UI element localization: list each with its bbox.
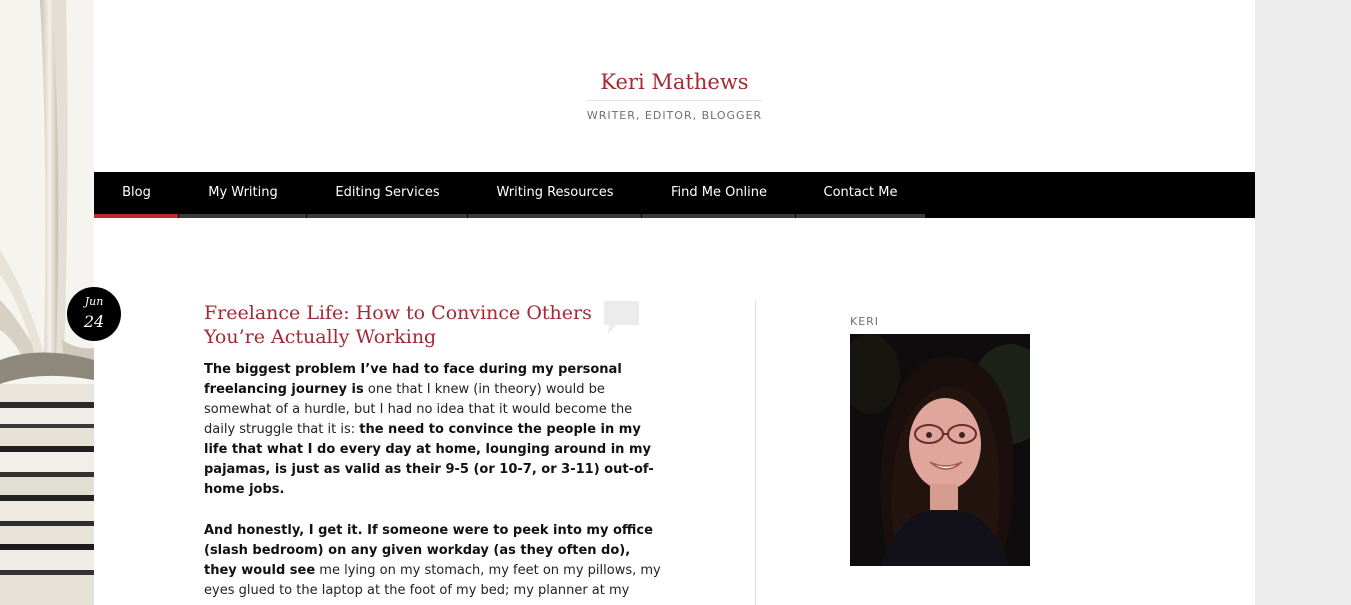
post-paragraph: The biggest problem I’ve had to face dur… (204, 360, 666, 500)
nav-item-label: Writing Resources (496, 185, 614, 200)
nav-indicator (642, 214, 796, 218)
nav-item-find-me-online[interactable]: Find Me Online (642, 172, 796, 218)
sidebar-widget-title: KERI (850, 315, 880, 328)
nav-indicator (468, 214, 642, 218)
nav-indicator (307, 214, 468, 218)
profile-photo (850, 334, 1030, 566)
title-divider (586, 100, 763, 101)
nav-item-label: Find Me Online (670, 185, 768, 200)
nav-active-indicator (94, 214, 179, 218)
page: Keri Mathews WRITER, EDITOR, BLOGGER Blo… (0, 0, 1351, 605)
nav-item-label: Blog (122, 185, 151, 200)
nav-indicator (796, 214, 925, 218)
nav-item-blog[interactable]: Blog (94, 172, 179, 218)
post-paragraph: And honestly, I get it. If someone were … (204, 521, 666, 601)
post-title-link[interactable]: Freelance Life: How to Convince Others Y… (204, 301, 594, 349)
main-navigation: Blog My Writing Editing Services Writing… (94, 172, 1255, 218)
nav-item-my-writing[interactable]: My Writing (179, 172, 307, 218)
post-content: The biggest problem I’ve had to face dur… (204, 360, 666, 605)
site-header: Keri Mathews WRITER, EDITOR, BLOGGER (94, 0, 1255, 172)
nav-item-label: Editing Services (335, 185, 440, 200)
nav-indicator (179, 214, 307, 218)
speech-bubble-icon[interactable] (604, 301, 640, 335)
nav-item-writing-resources[interactable]: Writing Resources (468, 172, 642, 218)
nav-item-label: My Writing (208, 185, 278, 200)
post-date-badge: Jun 24 (67, 287, 121, 341)
post-date-month: Jun (84, 295, 104, 308)
column-divider (755, 300, 756, 605)
nav-item-editing-services[interactable]: Editing Services (307, 172, 468, 218)
site-title[interactable]: Keri Mathews (94, 68, 1255, 96)
page-gutter (1255, 0, 1351, 605)
nav-item-label: Contact Me (823, 185, 898, 200)
nav-item-contact-me[interactable]: Contact Me (796, 172, 925, 218)
post-date-day: 24 (83, 312, 105, 331)
site-tagline: WRITER, EDITOR, BLOGGER (586, 109, 763, 122)
